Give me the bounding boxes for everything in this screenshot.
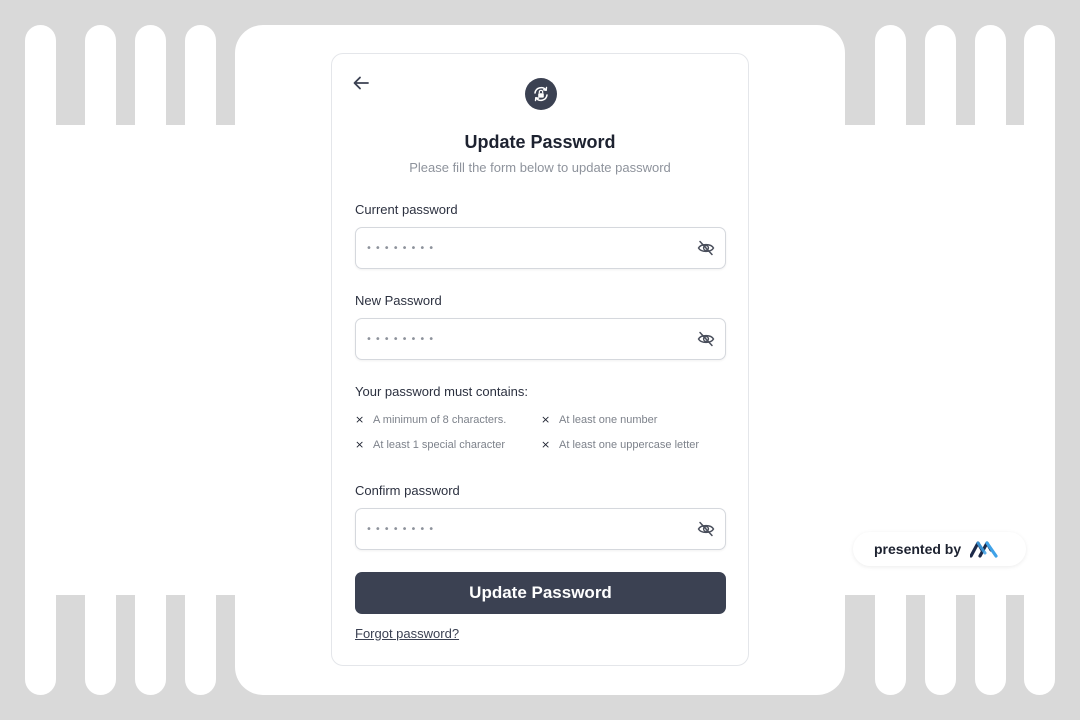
requirement-text: A minimum of 8 characters. — [373, 413, 507, 426]
decor-tooth — [975, 580, 1006, 695]
requirement-item: × At least one uppercase letter — [541, 438, 699, 451]
presented-by-label: presented by — [874, 541, 962, 557]
confirm-password-input[interactable] — [366, 509, 686, 549]
requirement-item: × At least 1 special character — [355, 438, 505, 451]
page-subtitle: Please fill the form below to update pas… — [409, 160, 671, 175]
decor-tooth — [85, 580, 116, 695]
update-password-button[interactable]: Update Password — [355, 572, 726, 614]
decor-tooth — [1024, 25, 1055, 140]
background-band-right — [845, 125, 1055, 595]
requirements-title: Your password must contains: — [355, 384, 528, 399]
requirement-text: At least 1 special character — [373, 438, 506, 451]
stage: Update Password Please fill the form bel… — [0, 0, 1080, 720]
x-icon: × — [541, 413, 551, 426]
x-icon: × — [541, 438, 551, 451]
x-icon: × — [355, 413, 365, 426]
current-password-field — [355, 227, 726, 269]
decor-tooth — [185, 25, 216, 140]
decor-tooth — [185, 580, 216, 695]
eye-off-icon[interactable] — [697, 331, 715, 347]
requirement-text: At least one number — [559, 413, 658, 426]
decor-tooth — [925, 25, 956, 140]
confirm-password-field — [355, 508, 726, 550]
back-button[interactable] — [350, 72, 372, 94]
decor-tooth — [135, 580, 166, 695]
decor-tooth — [85, 25, 116, 140]
decor-tooth — [975, 25, 1006, 140]
current-password-input[interactable] — [366, 228, 686, 268]
update-password-card: Update Password Please fill the form bel… — [331, 53, 749, 666]
presented-by-badge: presented by — [853, 532, 1026, 566]
requirement-text: At least one uppercase letter — [559, 438, 700, 451]
new-password-label: New Password — [355, 293, 442, 308]
brand-logo-icon — [970, 541, 998, 558]
decor-tooth — [25, 580, 56, 695]
decor-tooth — [25, 25, 56, 140]
decor-tooth — [925, 580, 956, 695]
decor-tooth — [875, 580, 906, 695]
requirement-item: × A minimum of 8 characters. — [355, 413, 506, 426]
decor-tooth — [1024, 580, 1055, 695]
confirm-password-label: Confirm password — [355, 483, 460, 498]
lock-reset-icon — [525, 78, 557, 110]
arrow-left-icon — [353, 76, 369, 90]
new-password-field — [355, 318, 726, 360]
page-title: Update Password — [464, 132, 616, 152]
x-icon: × — [355, 438, 365, 451]
current-password-label: Current password — [355, 202, 458, 217]
decor-tooth — [135, 25, 166, 140]
forgot-password-link[interactable]: Forgot password? — [355, 626, 459, 641]
eye-off-icon[interactable] — [697, 240, 715, 256]
requirement-item: × At least one number — [541, 413, 657, 426]
eye-off-icon[interactable] — [697, 521, 715, 537]
background-band-left — [25, 125, 235, 595]
decor-tooth — [875, 25, 906, 140]
new-password-input[interactable] — [366, 319, 686, 359]
